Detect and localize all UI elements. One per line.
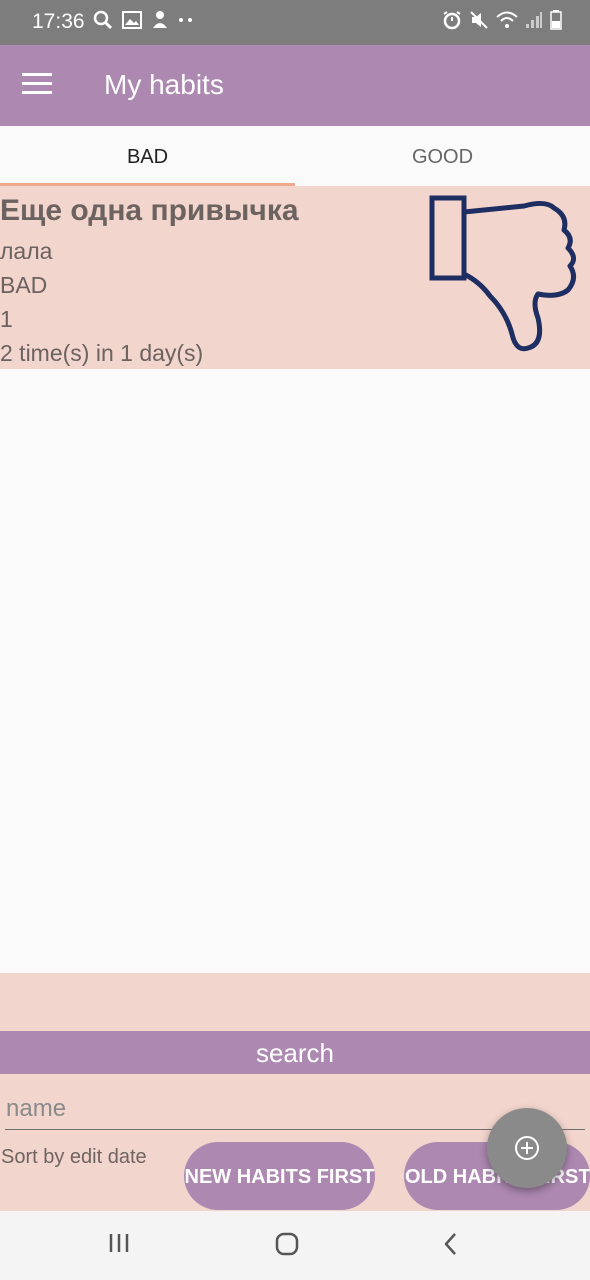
wifi-icon <box>496 11 518 29</box>
page-title: My habits <box>104 69 224 100</box>
habit-type: BAD <box>0 272 48 298</box>
add-habit-button[interactable] <box>487 1108 567 1188</box>
sort-label: Sort by edit date <box>1 1146 147 1168</box>
habit-description: лала <box>0 238 53 264</box>
app-bar: My habits <box>0 45 590 126</box>
battery-icon <box>550 10 562 30</box>
alarm-icon <box>442 10 462 30</box>
recent-apps-icon[interactable] <box>108 1231 148 1261</box>
back-icon[interactable] <box>440 1231 480 1261</box>
hamburger-menu-icon[interactable] <box>22 73 62 99</box>
search-icon <box>93 10 113 30</box>
tab-good[interactable]: GOOD <box>295 126 590 186</box>
tab-bar: BAD GOOD <box>0 126 590 186</box>
home-icon[interactable] <box>274 1231 314 1261</box>
habit-priority: 1 <box>0 306 13 332</box>
new-habits-first-button[interactable]: NEW HABITS FIRST <box>184 1142 375 1210</box>
status-time: 17:36 <box>32 10 85 33</box>
habit-name: Еще одна привычка <box>0 194 299 227</box>
notification-icon <box>151 10 169 30</box>
habit-frequency: 2 time(s) in 1 day(s) <box>0 340 204 366</box>
habit-card[interactable]: Еще одна привычка лала BAD 1 2 time(s) i… <box>0 186 590 369</box>
signal-icon <box>525 11 543 29</box>
tab-bad[interactable]: BAD <box>0 126 295 186</box>
system-nav-bar <box>0 1211 590 1280</box>
mute-icon <box>469 10 489 30</box>
image-icon <box>122 11 142 29</box>
more-dots-icon <box>178 17 194 23</box>
search-header: search <box>0 1031 590 1074</box>
status-bar: 17:36 <box>0 0 590 45</box>
thumbs-down-icon <box>428 194 580 352</box>
